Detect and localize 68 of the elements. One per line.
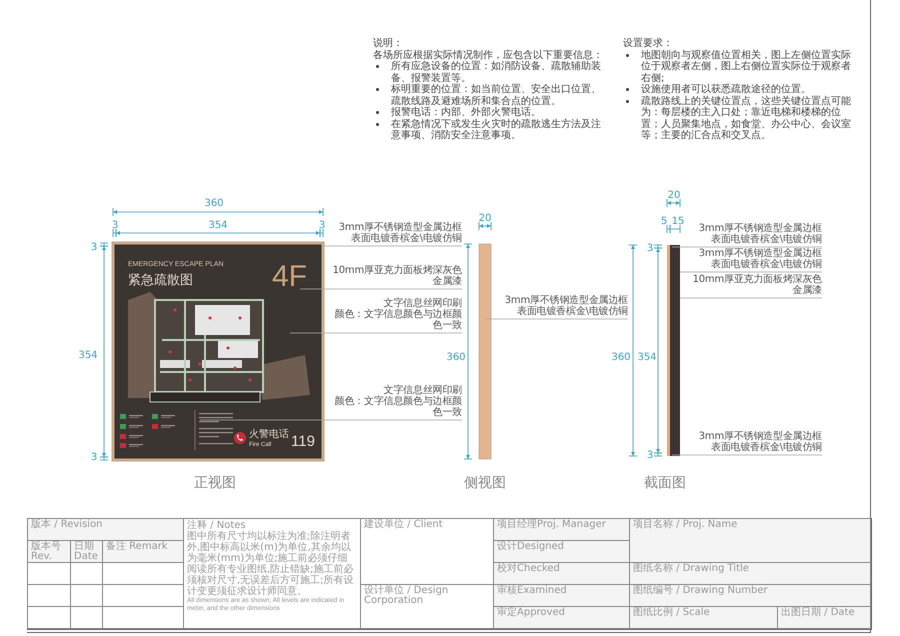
dimension-label: 3 <box>90 242 98 253</box>
dimension-label: 354 <box>208 220 228 231</box>
view-caption: 侧视图 <box>464 474 506 492</box>
fire-call-label: 火警电话 <box>249 429 289 440</box>
callout-label: 10mm厚亚克力面板烤深灰色金属漆 <box>692 274 822 296</box>
field-label: 项目名称 / Proj. Name <box>629 518 871 563</box>
notes-text: 报警电话：内部、外部火警电话。 <box>391 107 541 118</box>
dimension-label: 360 <box>446 352 466 363</box>
field-label: 图纸编号 / Drawing Number <box>629 584 871 607</box>
dimension-label: 15 <box>672 216 684 227</box>
dimension-label: 360 <box>611 352 631 363</box>
column-header: 日期 Date <box>70 540 103 563</box>
callout-label: 3mm厚不锈钢造型金属边框 表面电镀香槟金\电镀仿铜 <box>338 222 462 244</box>
dimension-line <box>666 198 680 208</box>
notes-text: 地图朝向与观察值位置相关，图上左侧位置实际位于观察者左侧，图上右侧位置实际位于观察者右侧; <box>641 50 852 84</box>
bullet-icon <box>626 100 629 102</box>
dimension-label: 360 <box>204 198 224 209</box>
dimension-label: 354 <box>637 352 657 363</box>
notes-text: 设施使用者可以获悉疏散途径的位置。 <box>641 84 811 96</box>
callout-label: 文字信息丝网印刷 颜色：文字信息颜色与边框颜色一致 <box>334 385 462 418</box>
dimension-label: 3 <box>646 450 654 461</box>
instruction-text-drawing <box>199 413 233 444</box>
callout-label: 10mm厚亚克力面板烤深灰色金属漆 <box>332 265 462 287</box>
dimension-label: 3 <box>90 452 98 463</box>
column-header: 版本号 Rev. <box>27 540 71 563</box>
bullet-icon <box>626 54 629 56</box>
field-label: 项目经理Proj. Manager <box>493 518 630 541</box>
bullet-icon <box>376 111 379 114</box>
fire-call-number: 119 <box>291 433 315 450</box>
dimension-label: 20 <box>478 213 492 224</box>
dimension-label: 354 <box>78 350 98 361</box>
floor-number: 4F <box>272 260 308 293</box>
notes-text: 各场所应根据实际情况制作，应包含以下重要信息： <box>373 50 604 60</box>
field-label: 设计单位 / Design Corporation <box>360 584 494 629</box>
dimension-line <box>478 222 492 230</box>
notes-heading: 设置要求： <box>623 38 674 50</box>
dimension-label: 5 <box>660 216 668 227</box>
sign-title: 紧急疏散图 <box>128 273 193 288</box>
field-label: 设计Designed <box>493 540 630 563</box>
callout-label: 文字信息丝网印刷 颜色：文字信息颜色与边框颜色一致 <box>334 298 462 331</box>
view-caption: 正视图 <box>194 474 236 492</box>
callout-label: 3mm厚不锈钢造型金属边框 表面电镀香槟金\电镀仿铜 <box>504 295 628 317</box>
field-label: 图纸名称 / Drawing Title <box>629 562 871 585</box>
notes-text: 所有应急设备的位置：如消防设备、疏散辅助装备、报警装置等。 <box>391 61 602 84</box>
phone-icon <box>234 432 246 444</box>
bullet-icon <box>376 65 379 68</box>
notes-text: 图中所有尺寸均以标注为准;除注明者外,图中标高以米(m)为单位,其余均以为毫米(mm)为单位;施工前必须仔细阅读所有专业图纸,防止错缺;施工前必须核对尺寸,无误差后方可施工;所有设计变更须征求设计师同意。 <box>187 531 355 597</box>
bullet-icon <box>376 88 379 91</box>
legend-drawing <box>120 414 175 448</box>
notes-text: 在紧急情况下或发生火灾时的疏散逃生方法及注意事项、消防安全注意事项。 <box>391 118 602 142</box>
field-label: 图纸比例 / Scale <box>629 606 778 629</box>
notes-text: 标明重要的位置：如当前位置、安全出口位置、疏散线路及避难场所和集合点的位置。 <box>391 84 602 106</box>
notes-heading: 说明： <box>373 38 404 50</box>
callout-label: 3mm厚不锈钢造型金属边框 表面电镀香槟金\电镀仿铜 <box>698 431 822 453</box>
notes-heading: 注释 / Notes <box>187 520 246 531</box>
field-label: 校对Checked <box>493 562 630 585</box>
callout-label: 3mm厚不锈钢造型金属边框 表面电镀香槟金\电镀仿铜 <box>698 248 822 270</box>
table-header: 版本 / Revision <box>27 518 184 541</box>
bullet-icon <box>376 122 379 126</box>
dimension-label: 3 <box>112 220 118 231</box>
bullet-icon <box>626 88 629 91</box>
notes-text: 疏散路线上的关键位置点，这些关键位置点可能为：每层楼的主入口处；靠近电梯和楼梯的位置；人员聚集地点，如食堂、办公中心、会议室等；主要的汇合点和交叉点。 <box>641 96 852 142</box>
view-caption: 截面图 <box>644 474 686 492</box>
callout-label: 3mm厚不锈钢造型金属边框 表面电镀香槟金\电镀仿铜 <box>698 223 822 245</box>
dimension-label: 3 <box>646 243 654 254</box>
dimension-label: 20 <box>668 190 680 201</box>
field-label: 出图日期 / Date <box>777 606 871 629</box>
dimension-label: 3 <box>318 220 326 231</box>
